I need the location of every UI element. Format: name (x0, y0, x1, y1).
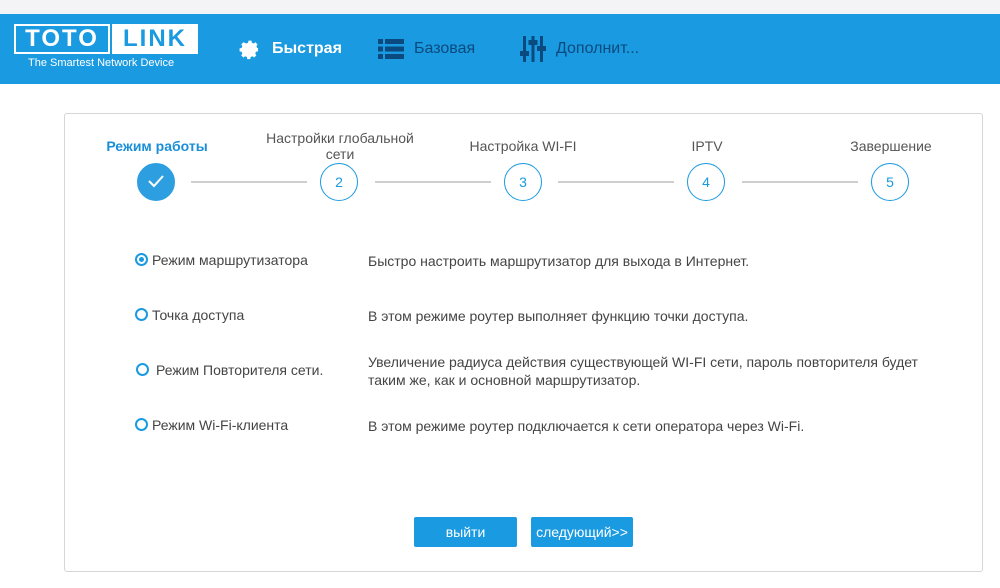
checkmark-icon (147, 174, 165, 191)
gear-icon (236, 36, 262, 62)
list-icon (378, 38, 404, 60)
logo-toto: TOTO (14, 24, 110, 54)
step-label-finish[interactable]: Завершение (831, 138, 951, 154)
nav-basic-setup[interactable]: Базовая (378, 14, 475, 84)
header-bar: TOTO LINK The Smartest Network Device Бы… (0, 14, 1000, 84)
access-point-radio[interactable] (135, 308, 148, 321)
sliders-icon (520, 35, 546, 63)
step-connector (558, 181, 674, 183)
mode-name[interactable]: Режим Wi-Fi-клиента (152, 417, 288, 433)
exit-button[interactable]: выйти (414, 517, 517, 547)
step-connector (742, 181, 858, 183)
step-label-iptv[interactable]: IPTV (657, 138, 757, 154)
top-strip (0, 0, 1000, 14)
nav-basic-label: Базовая (414, 40, 476, 57)
mode-description: В этом режиме роутер выполняет функцию т… (368, 308, 749, 324)
wifi-client-radio[interactable] (135, 418, 148, 431)
wizard-panel: Режим работы Настройки глобальной сети Н… (64, 113, 983, 572)
logo-link: LINK (112, 24, 198, 54)
mode-name[interactable]: Точка доступа (152, 307, 244, 323)
mode-description: Быстро настроить маршрутизатор для выход… (368, 253, 750, 269)
step-connector (375, 181, 491, 183)
nav-advanced-label: Дополнит... (556, 40, 640, 57)
step-label-wifi[interactable]: Настройка WI-FI (453, 138, 593, 154)
logo-tagline: The Smartest Network Device (28, 57, 175, 69)
nav-quick-setup[interactable]: Быстрая (236, 14, 342, 84)
mode-name[interactable]: Режим маршрутизатора (152, 252, 308, 268)
repeater-radio[interactable] (136, 363, 149, 376)
router-mode-radio[interactable] (135, 253, 148, 266)
step-4-circle[interactable]: 4 (687, 163, 725, 201)
mode-description: В этом режиме роутер подключается к сети… (368, 418, 805, 434)
step-1-done[interactable] (137, 163, 175, 201)
mode-description: Увеличение радиуса действия существующей… (368, 354, 918, 388)
mode-name[interactable]: Режим Повторителя сети. (156, 362, 323, 378)
step-label-wan[interactable]: Настройки глобальной сети (260, 130, 420, 162)
step-connector (191, 181, 307, 183)
nav-quick-label: Быстрая (272, 40, 342, 57)
step-5-circle[interactable]: 5 (871, 163, 909, 201)
next-button[interactable]: следующий>> (531, 517, 633, 547)
step-label-mode[interactable]: Режим работы (97, 138, 217, 154)
totolink-logo[interactable]: TOTO LINK The Smartest Network Device (14, 24, 200, 76)
nav-advanced-setup[interactable]: Дополнит... (520, 14, 639, 84)
step-2-circle[interactable]: 2 (320, 163, 358, 201)
step-3-circle[interactable]: 3 (504, 163, 542, 201)
